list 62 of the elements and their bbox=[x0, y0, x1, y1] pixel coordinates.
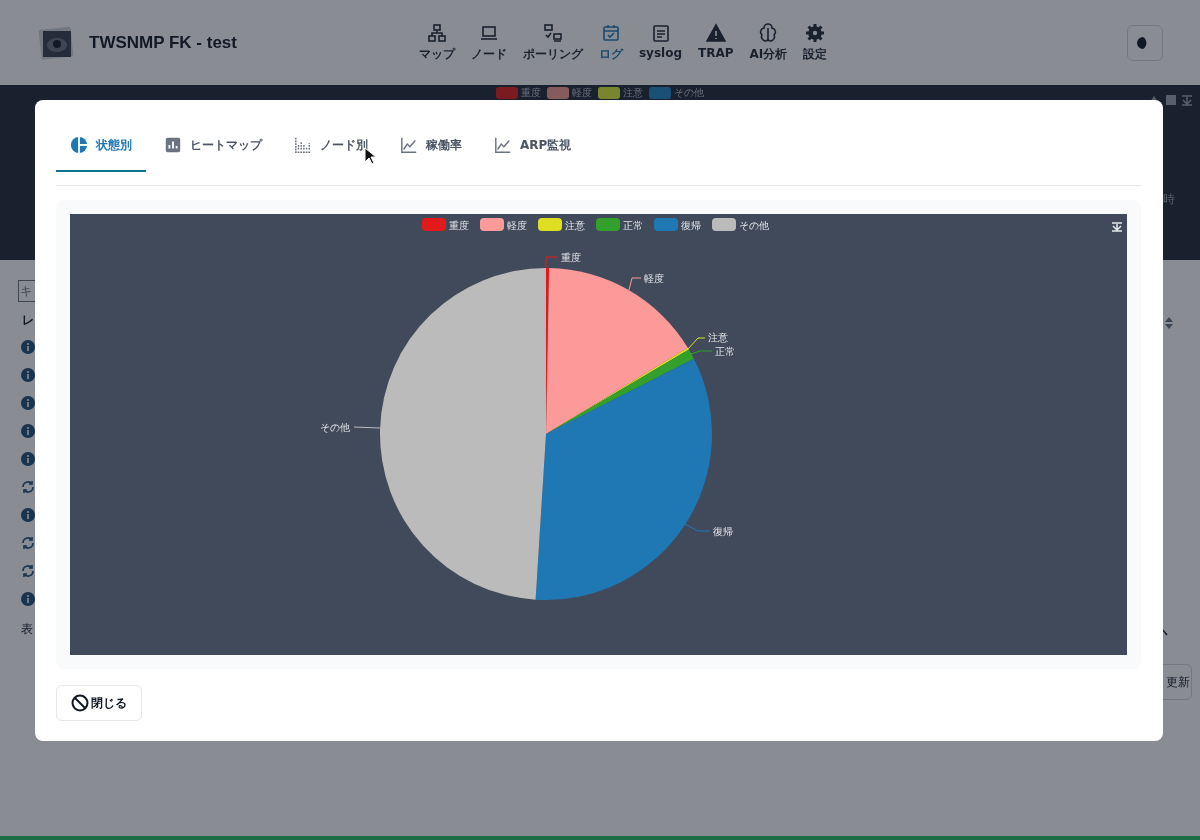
line-chart-icon bbox=[494, 136, 512, 154]
slice-label: 重度 bbox=[561, 252, 581, 263]
nav-item[interactable]: AI分析 bbox=[747, 22, 790, 63]
refresh-icon bbox=[21, 564, 35, 578]
search-field[interactable]: キ bbox=[18, 280, 35, 302]
legend-label[interactable]: 注意 bbox=[565, 220, 585, 231]
tab[interactable]: 稼働率 bbox=[386, 120, 476, 172]
pie-chart-icon bbox=[70, 136, 88, 154]
legend-swatch[interactable] bbox=[422, 218, 446, 231]
slice-label: 軽度 bbox=[644, 273, 664, 284]
tab[interactable]: ノード別 bbox=[280, 120, 382, 172]
download-icon[interactable] bbox=[1111, 222, 1123, 232]
tab[interactable]: ヒートマップ bbox=[150, 120, 276, 172]
nav-item[interactable]: マップ bbox=[416, 22, 457, 63]
legend-label: その他 bbox=[674, 86, 704, 100]
bar-chart-icon bbox=[164, 136, 182, 154]
slice-label: 注意 bbox=[708, 332, 728, 343]
leader-line bbox=[628, 277, 642, 291]
refresh-icon bbox=[21, 480, 35, 494]
line-chart-icon bbox=[400, 136, 418, 154]
refresh-icon bbox=[21, 536, 35, 550]
leader-line bbox=[545, 256, 559, 269]
leader-line bbox=[353, 426, 381, 429]
column-chart-icon bbox=[294, 136, 312, 154]
leader-line bbox=[684, 523, 711, 532]
theme-toggle-button[interactable] bbox=[1127, 24, 1163, 61]
legend-label[interactable]: 軽度 bbox=[507, 220, 527, 231]
calendar-icon bbox=[600, 22, 621, 43]
legend-label[interactable]: 重度 bbox=[449, 220, 469, 231]
gear-icon bbox=[805, 22, 826, 43]
tab[interactable]: ARP監視 bbox=[480, 120, 586, 172]
legend-label: 注意 bbox=[623, 86, 643, 100]
legend-label[interactable]: 正常 bbox=[623, 220, 643, 231]
close-button[interactable]: 閉じる bbox=[56, 685, 142, 721]
nav-item[interactable]: syslog bbox=[636, 22, 685, 63]
document-icon bbox=[650, 22, 671, 43]
legend-swatch[interactable] bbox=[712, 218, 736, 231]
legend-swatch[interactable] bbox=[538, 218, 562, 231]
nav-item[interactable]: ノード bbox=[468, 22, 509, 63]
slice-label: その他 bbox=[320, 422, 350, 433]
legend-label[interactable]: 復帰 bbox=[681, 220, 701, 231]
legend-label: 軽度 bbox=[572, 86, 592, 100]
tab[interactable]: 状態別 bbox=[56, 120, 146, 172]
prohibited-icon bbox=[71, 694, 89, 712]
nav-item[interactable]: ポーリング bbox=[520, 22, 585, 63]
devices-icon bbox=[542, 22, 563, 43]
footer-text: 表 bbox=[21, 621, 33, 638]
legend-swatch[interactable] bbox=[654, 218, 678, 231]
axis-label: 時 bbox=[1163, 191, 1175, 208]
slice-label: 復帰 bbox=[713, 526, 733, 537]
slice-label: 正常 bbox=[715, 346, 735, 357]
sitemap-icon bbox=[426, 22, 447, 43]
legend-swatch[interactable] bbox=[596, 218, 620, 231]
nav-item[interactable]: TRAP bbox=[696, 22, 736, 63]
legend-swatch[interactable] bbox=[480, 218, 504, 231]
warning-icon bbox=[705, 22, 726, 43]
brain-icon bbox=[758, 22, 779, 43]
nav-item[interactable]: 設定 bbox=[801, 22, 830, 63]
app-title: TWSNMP FK - test bbox=[89, 32, 237, 53]
legend-label: 重度 bbox=[521, 86, 541, 100]
legend-label[interactable]: その他 bbox=[739, 220, 769, 231]
column-header: レ bbox=[22, 312, 34, 329]
